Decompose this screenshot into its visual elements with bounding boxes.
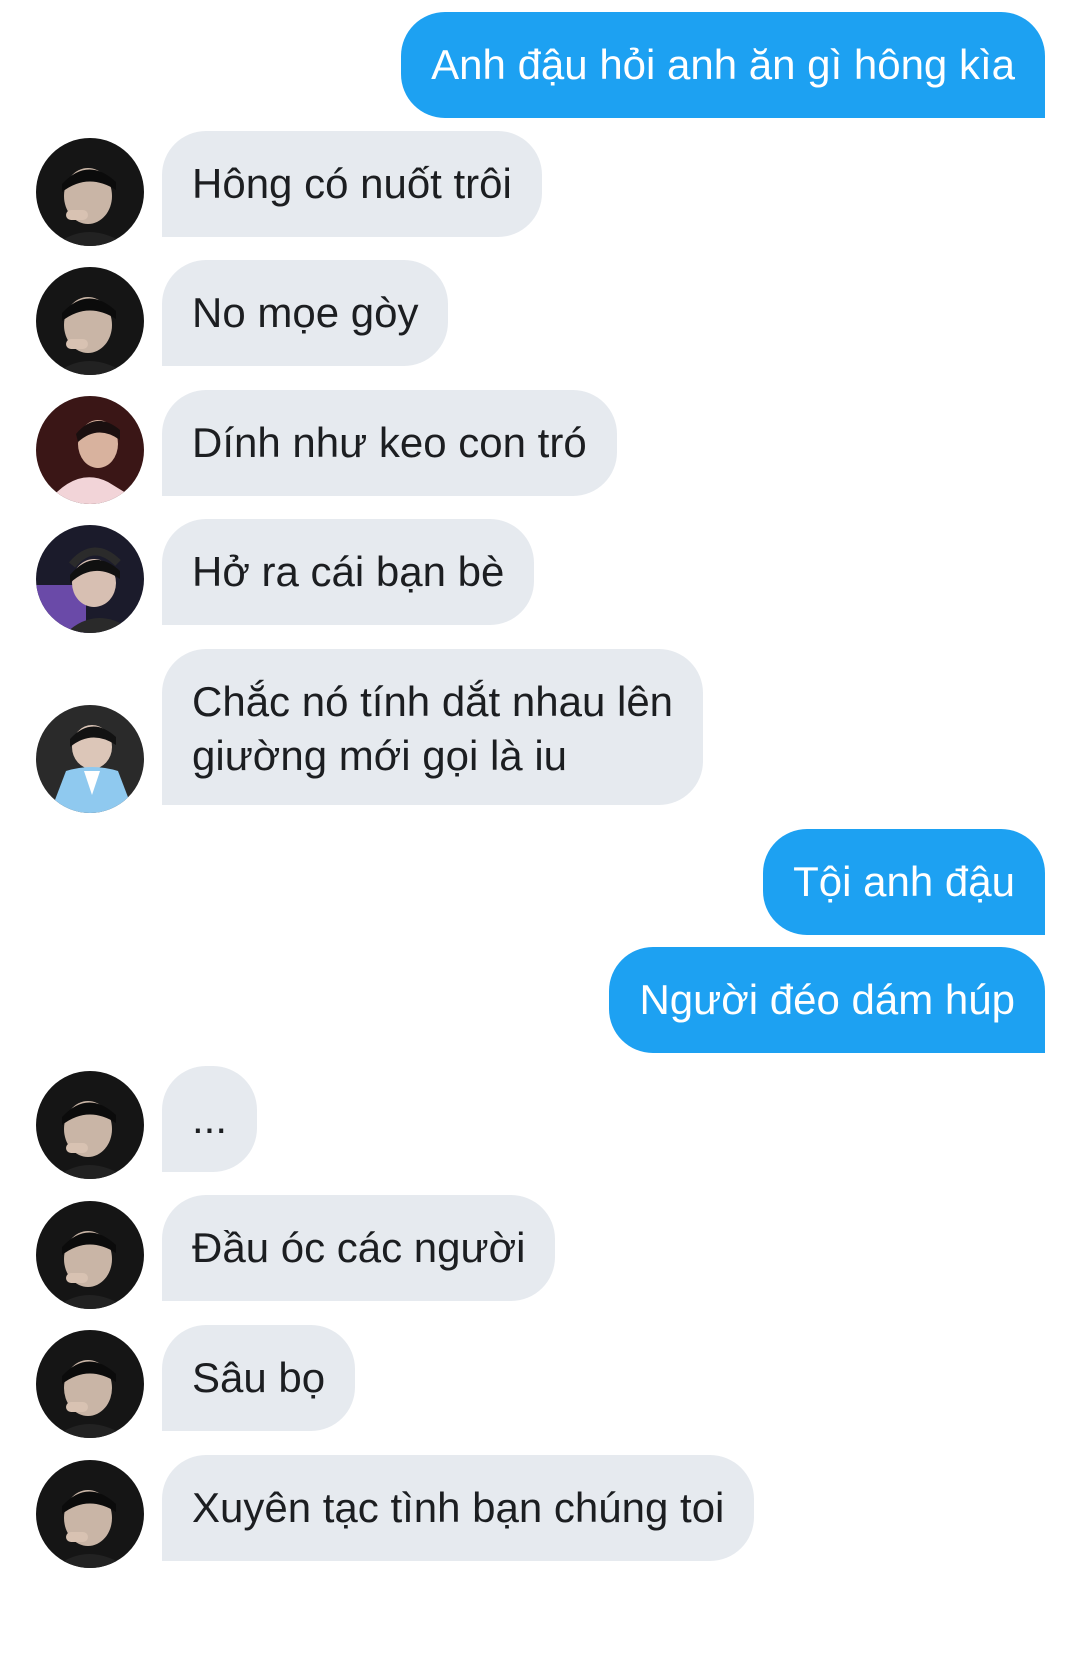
dark-profile-avatar[interactable]	[36, 267, 144, 375]
outgoing-message-bubble[interactable]: Anh đậu hỏi anh ăn gì hông kìa	[401, 12, 1045, 118]
avatar-image	[36, 396, 144, 504]
dark-profile-avatar[interactable]	[36, 138, 144, 246]
avatar-image	[36, 1460, 144, 1568]
avatar-image	[36, 1330, 144, 1438]
red-profile-avatar[interactable]	[36, 396, 144, 504]
avatar-image	[36, 267, 144, 375]
avatar-image	[36, 525, 144, 633]
incoming-message-bubble[interactable]: Sâu bọ	[162, 1325, 356, 1431]
avatar-image	[36, 1071, 144, 1179]
incoming-message-bubble[interactable]: No mọe gòy	[162, 260, 449, 366]
incoming-message-bubble[interactable]: Đầu óc các người	[162, 1195, 556, 1301]
incoming-message-bubble[interactable]: Dính như keo con tró	[162, 390, 617, 496]
incoming-message-bubble[interactable]: Hông có nuốt trôi	[162, 131, 542, 237]
incoming-message-bubble[interactable]: Hở ra cái bạn bè	[162, 519, 535, 625]
dark-profile-avatar[interactable]	[36, 1201, 144, 1309]
message-thread: Anh đậu hỏi anh ăn gì hông kìa Hông có n…	[0, 0, 1080, 1671]
blue-hanbok-profile-avatar[interactable]	[36, 705, 144, 813]
dark-profile-avatar[interactable]	[36, 1071, 144, 1179]
outgoing-message-bubble[interactable]: Người đéo dám húp	[609, 947, 1045, 1053]
avatar-image	[36, 1201, 144, 1309]
incoming-message-bubble[interactable]: ...	[162, 1066, 258, 1172]
incoming-message-bubble[interactable]: Chắc nó tính dắt nhau lên giường mới gọi…	[162, 649, 704, 805]
avatar-image	[36, 138, 144, 246]
incoming-message-bubble[interactable]: Xuyên tạc tình bạn chúng toi	[162, 1455, 755, 1561]
dark-profile-avatar[interactable]	[36, 1460, 144, 1568]
dark-profile-avatar[interactable]	[36, 1330, 144, 1438]
avatar-image	[36, 705, 144, 813]
headphones-profile-avatar[interactable]	[36, 525, 144, 633]
outgoing-message-bubble[interactable]: Tội anh đậu	[763, 829, 1045, 935]
